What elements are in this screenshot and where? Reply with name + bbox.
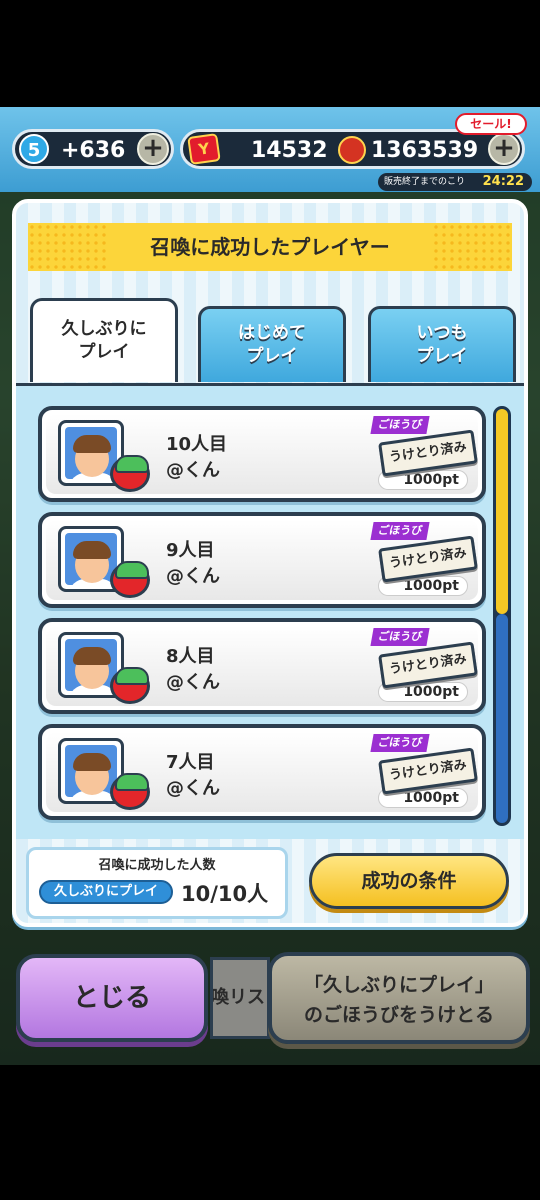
sale-timer-value: 24:22 [482,174,524,189]
player-list[interactable]: 10人目 @くん ごほうび 1000pt うけとり済み 9人目 @くん ごほうび… [16,383,524,839]
claim-reward-button[interactable]: 「久しぶりにプレイ」 のごほうびをうけとる [268,952,530,1044]
player-order: 7人目 [166,752,215,773]
claim-reward-line1: 「久しぶりにプレイ」 [303,974,494,996]
currency-bar: 5 +636 + Y 14532 1363539 + セール! 販売終了までのこ… [0,107,540,192]
scrollbar-track-fill [496,614,508,823]
yokai-icon [110,455,150,492]
tab-always-play[interactable]: いつも プレイ [368,306,516,382]
scrollbar-thumb[interactable] [496,409,508,614]
ycoin-value: 14532 [251,138,328,163]
add-coin-button[interactable]: + [488,133,520,165]
list-item[interactable]: 9人目 @くん ごほうび 1000pt うけとり済み [38,512,486,608]
claim-reward-line2: のごほうびをうけとる [303,1004,494,1026]
list-item[interactable]: 10人目 @くん ごほうび 1000pt うけとり済み [38,406,486,502]
list-item[interactable]: 7人目 @くん ごほうび 1000pt うけとり済み [38,724,486,820]
tab-long-time-play[interactable]: 久しぶりに プレイ [30,298,178,382]
ycoin-icon: Y [187,133,221,165]
tab-first-play[interactable]: はじめて プレイ [198,306,346,382]
success-count-value: 10/10人 [181,882,269,906]
close-button[interactable]: とじる [16,954,208,1042]
sale-timer: 販売終了までのこり 24:22 [378,173,532,191]
tab-bar: 久しぶりに プレイ はじめて プレイ いつも プレイ [16,288,524,388]
stamina-value: +636 [61,138,126,163]
success-count-title: 召喚に成功した人数 [98,858,216,873]
player-name: @くん [166,460,220,481]
player-order: 8人目 [166,646,215,667]
list-item[interactable]: 8人目 @くん ごほうび 1000pt うけとり済み [38,618,486,714]
game-screen: 5 +636 + Y 14532 1363539 + セール! 販売終了までのこ… [0,107,540,1065]
tab-label: 久しぶりに プレイ [61,319,147,362]
sale-timer-label: 販売終了までのこり [384,177,466,187]
dialog-footer: 召喚に成功した人数 久しぶりにプレイ 10/10人 成功の条件 [16,839,524,923]
tab-label: はじめて プレイ [238,323,306,366]
reward-tag: ごほうび [370,416,430,434]
reward-tag: ごほうび [370,522,430,540]
yokai-icon [110,773,150,810]
summon-list-button[interactable]: 喚リス [210,957,270,1039]
player-name: @くん [166,566,220,587]
add-stamina-button[interactable]: + [137,133,169,165]
scrollbar[interactable] [493,406,511,826]
coin-pill: Y 14532 1363539 + [180,129,525,169]
tab-label: いつも プレイ [416,323,468,366]
success-count-box: 召喚に成功した人数 久しぶりにプレイ 10/10人 [26,847,288,919]
summon-players-dialog: 召喚に成功したプレイヤー 久しぶりに プレイ はじめて プレイ いつも プレイ … [12,199,528,927]
reward-tag: ごほうび [370,628,430,646]
player-name: @くん [166,778,220,799]
stamina-icon: 5 [19,134,49,164]
category-chip: 久しぶりにプレイ [39,880,173,904]
money-value: 1363539 [371,138,479,163]
stamina-pill: 5 +636 + [12,129,174,169]
dialog-title: 召喚に成功したプレイヤー [150,235,390,259]
money-icon [338,136,366,164]
yokai-icon [110,667,150,704]
yokai-icon [110,561,150,598]
reward-tag: ごほうび [370,734,430,752]
player-order: 10人目 [166,434,228,455]
player-name: @くん [166,672,220,693]
dialog-title-band: 召喚に成功したプレイヤー [28,223,512,271]
sale-badge[interactable]: セール! [455,113,527,135]
player-order: 9人目 [166,540,215,561]
success-condition-button[interactable]: 成功の条件 [309,853,509,909]
